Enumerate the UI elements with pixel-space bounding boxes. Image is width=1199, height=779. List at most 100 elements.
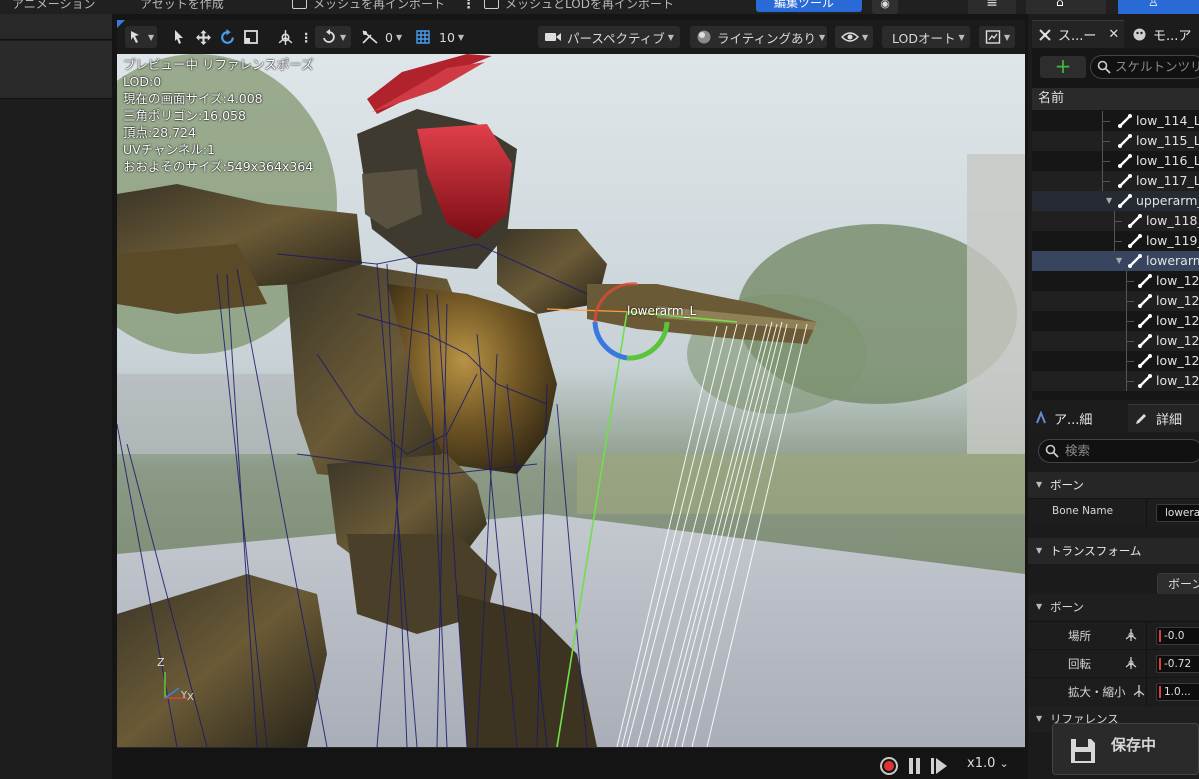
edit-tools-button[interactable]: 編集ツール — [756, 0, 862, 12]
bone-row[interactable]: low_119_L — [1032, 231, 1199, 251]
bone-row-label: low_123_L — [1156, 333, 1199, 348]
bone-icon — [1138, 374, 1152, 388]
property-location: 場所 -0.0 — [1028, 621, 1199, 650]
bone-row-selected[interactable]: ▼ lowerarm_L — [1032, 251, 1199, 271]
top-toolbar: アニメーション アセットを作成 メッシュを再インポート ⋮ メッシュとLODを再… — [0, 0, 1199, 14]
bone-row[interactable]: low_118_L — [1032, 211, 1199, 231]
bone-icon — [1138, 354, 1152, 368]
details-search-input[interactable]: 検索 — [1038, 439, 1199, 463]
step-forward-icon[interactable] — [931, 758, 949, 774]
close-icon[interactable]: ✕ — [1108, 27, 1119, 42]
bone-row-label: lowerarm_L — [1146, 253, 1199, 268]
location-mode-icon[interactable] — [1124, 628, 1138, 642]
mesh-mode-tab[interactable]: ♙ — [1118, 0, 1199, 14]
lod-dropdown[interactable]: LODオート ▼ — [882, 26, 970, 48]
bone-icon — [1138, 334, 1152, 348]
toolbar-create-asset[interactable]: アセットを作成 — [140, 0, 224, 12]
bone-icon — [1138, 274, 1152, 288]
select-arrow-icon — [175, 30, 183, 44]
property-scale: 拡大・縮小 1.0... — [1028, 677, 1199, 706]
tab-morph-target[interactable]: モ...ア — [1128, 20, 1199, 48]
bone-row[interactable]: ▼ upperarm_L — [1032, 191, 1199, 211]
tab-skeleton-tree[interactable]: ス...ー ✕ — [1032, 20, 1124, 48]
bone-icon — [1118, 134, 1132, 148]
bone-name-field[interactable]: lowerarm_L — [1156, 504, 1199, 522]
playback-speed-value: x1.0 — [967, 756, 996, 771]
add-bone-button[interactable]: + — [1040, 56, 1086, 78]
angle-snap-button[interactable]: 0 ▼ — [361, 26, 402, 48]
more-options-icon[interactable]: ⋮ — [462, 0, 475, 12]
rotation-snap-button[interactable]: ▼ — [315, 26, 351, 48]
bone-row[interactable]: low_117_L — [1032, 171, 1199, 191]
skeleton-search-placeholder: スケルトンツリーを検索 — [1115, 59, 1199, 74]
viewport-options-icon — [131, 31, 139, 43]
column-header-name[interactable]: 名前 — [1032, 88, 1199, 110]
scale-x-field[interactable]: 1.0... — [1156, 683, 1199, 701]
visibility-dropdown-button[interactable]: ◉ — [872, 0, 898, 14]
skeleton-mode-tab[interactable]: ⌂ — [1026, 0, 1106, 14]
expand-arrow-icon[interactable]: ▼ — [1106, 191, 1112, 211]
bone-row[interactable]: low_124_L — [1032, 351, 1199, 371]
grid-snap-button[interactable]: 10 ▼ — [415, 26, 464, 48]
location-x-field[interactable]: -0.0 — [1156, 627, 1199, 645]
chevron-down-icon: ▼ — [457, 32, 465, 42]
bone-row[interactable]: low_120_L — [1032, 271, 1199, 291]
bone-row[interactable]: low_121_L — [1032, 291, 1199, 311]
toolbar-animation[interactable]: アニメーション — [12, 0, 96, 12]
viewport-options-button[interactable]: ▼ — [125, 26, 157, 48]
record-icon[interactable] — [880, 757, 898, 775]
bone-row-label: low_118_L — [1146, 213, 1199, 228]
scale-icon — [244, 30, 258, 44]
bone-icon — [1118, 114, 1132, 128]
stat-preview-mode: プレビュー中 リファレンスポーズ — [123, 57, 314, 72]
viewport[interactable]: ▼ ⋮ ▼ 0 ▼ 10 ▼ パースペクティブ ▼ ライティングあり ▼ ▼ L… — [117, 20, 1025, 779]
scale-tool-button[interactable] — [243, 26, 259, 48]
select-tool-button[interactable] — [171, 26, 187, 48]
show-flags-dropdown[interactable]: ▼ — [835, 26, 873, 48]
pause-icon[interactable] — [908, 758, 922, 774]
bone-row[interactable]: low_125_L — [1032, 371, 1199, 391]
playback-speed-dropdown[interactable]: x1.0 ⌄ — [967, 756, 1009, 771]
bone-row-label: low_114_L — [1136, 113, 1199, 128]
bone-row[interactable]: low_123_L — [1032, 331, 1199, 351]
chevron-down-icon: ⌄ — [999, 757, 1009, 770]
toolbar-reimport-mesh-lod[interactable]: メッシュとLODを再インポート — [505, 0, 674, 12]
save-disk-icon — [1071, 739, 1095, 763]
search-icon — [1097, 60, 1111, 74]
rotation-x-field[interactable]: -0.72 — [1156, 655, 1199, 673]
lit-sphere-icon — [697, 30, 711, 44]
category-transform[interactable]: ▼ トランスフォーム — [1028, 538, 1199, 564]
hamburger-menu-icon[interactable]: ≡ — [968, 0, 1016, 14]
subcategory-bone[interactable]: ▼ ボーン — [1028, 594, 1199, 620]
rotate-tool-button[interactable] — [219, 26, 236, 48]
toolbar-reimport-mesh[interactable]: メッシュを再インポート — [313, 0, 445, 12]
bone-row[interactable]: low_116_L — [1032, 151, 1199, 171]
bone-space-button[interactable]: ボーン — [1157, 573, 1199, 595]
expand-arrow-icon[interactable]: ▼ — [1116, 251, 1122, 271]
subcategory-bone-label: ボーン — [1050, 600, 1084, 614]
skeleton-search-input[interactable]: スケルトンツリーを検索 — [1090, 55, 1199, 79]
playback-bar: x1.0 ⌄ — [117, 747, 1025, 779]
perspective-dropdown[interactable]: パースペクティブ ▼ — [538, 26, 680, 48]
coordinate-system-button[interactable]: ⋮ — [277, 26, 313, 48]
scale-mode-icon[interactable] — [1132, 684, 1146, 698]
stat-triangles: 三角ポリゴン:16,058 — [123, 108, 246, 123]
tab-asset-details-label: ア...細 — [1054, 412, 1093, 428]
rotation-mode-icon[interactable] — [1124, 656, 1138, 670]
bone-icon — [1118, 154, 1132, 168]
bone-icon — [1118, 174, 1132, 188]
tab-details[interactable]: 詳細 — [1128, 404, 1199, 432]
tab-asset-details[interactable]: ア...細 — [1034, 404, 1124, 432]
lighting-mode-dropdown[interactable]: ライティングあり ▼ — [690, 26, 827, 48]
screen-layout-icon — [985, 30, 1001, 44]
category-bone[interactable]: ▼ ボーン — [1028, 472, 1199, 498]
chevron-down-icon: ▼ — [148, 32, 155, 42]
viewport-corner-marker — [117, 20, 125, 28]
bone-row[interactable]: low_114_L — [1032, 111, 1199, 131]
translate-tool-button[interactable] — [195, 26, 212, 48]
viewport-layout-dropdown[interactable]: ▼ — [979, 26, 1015, 48]
collapse-arrow-icon: ▼ — [1036, 480, 1043, 489]
bone-row[interactable]: low_122_L — [1032, 311, 1199, 331]
bone-row[interactable]: low_115_L — [1032, 131, 1199, 151]
save-button[interactable]: 保存中 — [1052, 723, 1199, 775]
